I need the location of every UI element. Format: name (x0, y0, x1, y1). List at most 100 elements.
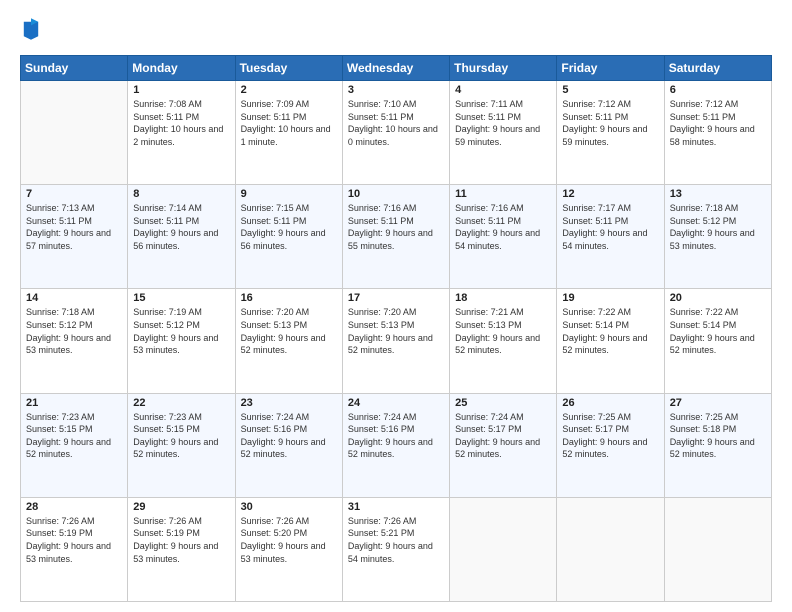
day-number: 18 (455, 292, 551, 304)
calendar-cell: 18 Sunrise: 7:21 AMSunset: 5:13 PMDayligh… (450, 289, 557, 393)
calendar-cell: 10 Sunrise: 7:16 AMSunset: 5:11 PMDayligh… (342, 185, 449, 289)
calendar-cell: 20 Sunrise: 7:22 AMSunset: 5:14 PMDayligh… (664, 289, 771, 393)
calendar-cell: 12 Sunrise: 7:17 AMSunset: 5:11 PMDayligh… (557, 185, 664, 289)
calendar-cell (450, 497, 557, 601)
calendar-cell: 26 Sunrise: 7:25 AMSunset: 5:17 PMDayligh… (557, 393, 664, 497)
day-info: Sunrise: 7:24 AMSunset: 5:16 PMDaylight:… (241, 411, 337, 461)
day-number: 23 (241, 397, 337, 409)
calendar-cell: 24Sunrise: 7:24 AMSunset: 5:16 PMDayligh… (342, 393, 449, 497)
day-number: 7 (26, 188, 122, 200)
day-info: Sunrise: 7:18 AMSunset: 5:12 PMDaylight:… (670, 202, 766, 252)
calendar-cell (664, 497, 771, 601)
calendar-cell: 23 Sunrise: 7:24 AMSunset: 5:16 PMDayligh… (235, 393, 342, 497)
day-info: Sunrise: 7:09 AMSunset: 5:11 PMDaylight:… (241, 98, 337, 148)
day-info: Sunrise: 7:26 AMSunset: 5:20 PMDaylight:… (241, 515, 337, 565)
day-info: Sunrise: 7:25 AMSunset: 5:18 PMDaylight:… (670, 411, 766, 461)
day-number: 31 (348, 501, 444, 513)
calendar-cell: 22 Sunrise: 7:23 AMSunset: 5:15 PMDayligh… (128, 393, 235, 497)
calendar-cell: 14Sunrise: 7:18 AMSunset: 5:12 PMDayligh… (21, 289, 128, 393)
calendar-cell: 25 Sunrise: 7:24 AMSunset: 5:17 PMDayligh… (450, 393, 557, 497)
day-number: 1 (133, 84, 229, 96)
day-info: Sunrise: 7:21 AMSunset: 5:13 PMDaylight:… (455, 306, 551, 356)
calendar-cell: 31 Sunrise: 7:26 AMSunset: 5:21 PMDayligh… (342, 497, 449, 601)
day-number: 9 (241, 188, 337, 200)
calendar-cell: 16 Sunrise: 7:20 AMSunset: 5:13 PMDayligh… (235, 289, 342, 393)
day-number: 19 (562, 292, 658, 304)
day-number: 10 (348, 188, 444, 200)
day-info: Sunrise: 7:19 AMSunset: 5:12 PMDaylight:… (133, 306, 229, 356)
weekday-header-saturday: Saturday (664, 56, 771, 81)
calendar-cell: 15 Sunrise: 7:19 AMSunset: 5:12 PMDayligh… (128, 289, 235, 393)
day-info: Sunrise: 7:26 AMSunset: 5:21 PMDaylight:… (348, 515, 444, 565)
header (20, 18, 772, 45)
day-info: Sunrise: 7:12 AMSunset: 5:11 PMDaylight:… (670, 98, 766, 148)
calendar-cell (21, 81, 128, 185)
calendar-cell: 17 Sunrise: 7:20 AMSunset: 5:13 PMDayligh… (342, 289, 449, 393)
day-info: Sunrise: 7:26 AMSunset: 5:19 PMDaylight:… (133, 515, 229, 565)
day-number: 17 (348, 292, 444, 304)
day-info: Sunrise: 7:20 AMSunset: 5:13 PMDaylight:… (241, 306, 337, 356)
day-number: 6 (670, 84, 766, 96)
weekday-header-wednesday: Wednesday (342, 56, 449, 81)
calendar-cell: 4 Sunrise: 7:11 AMSunset: 5:11 PMDaylight… (450, 81, 557, 185)
calendar-header-row: SundayMondayTuesdayWednesdayThursdayFrid… (21, 56, 772, 81)
day-number: 2 (241, 84, 337, 96)
calendar-cell: 1 Sunrise: 7:08 AMSunset: 5:11 PMDaylight… (128, 81, 235, 185)
page: SundayMondayTuesdayWednesdayThursdayFrid… (0, 0, 792, 612)
weekday-header-thursday: Thursday (450, 56, 557, 81)
day-number: 22 (133, 397, 229, 409)
calendar-cell: 21 Sunrise: 7:23 AMSunset: 5:15 PMDayligh… (21, 393, 128, 497)
logo (20, 18, 44, 45)
calendar-week-row: 14Sunrise: 7:18 AMSunset: 5:12 PMDayligh… (21, 289, 772, 393)
calendar-cell: 29 Sunrise: 7:26 AMSunset: 5:19 PMDayligh… (128, 497, 235, 601)
day-info: Sunrise: 7:25 AMSunset: 5:17 PMDaylight:… (562, 411, 658, 461)
day-number: 25 (455, 397, 551, 409)
day-info: Sunrise: 7:24 AMSunset: 5:17 PMDaylight:… (455, 411, 551, 461)
calendar-cell: 5Sunrise: 7:12 AMSunset: 5:11 PMDaylight… (557, 81, 664, 185)
calendar-cell: 30 Sunrise: 7:26 AMSunset: 5:20 PMDayligh… (235, 497, 342, 601)
day-number: 15 (133, 292, 229, 304)
day-number: 29 (133, 501, 229, 513)
calendar-cell: 28Sunrise: 7:26 AMSunset: 5:19 PMDayligh… (21, 497, 128, 601)
calendar-cell (557, 497, 664, 601)
day-info: Sunrise: 7:15 AMSunset: 5:11 PMDaylight:… (241, 202, 337, 252)
calendar-cell: 13Sunrise: 7:18 AMSunset: 5:12 PMDayligh… (664, 185, 771, 289)
day-info: Sunrise: 7:08 AMSunset: 5:11 PMDaylight:… (133, 98, 229, 148)
day-info: Sunrise: 7:26 AMSunset: 5:19 PMDaylight:… (26, 515, 122, 565)
day-info: Sunrise: 7:20 AMSunset: 5:13 PMDaylight:… (348, 306, 444, 356)
day-info: Sunrise: 7:22 AMSunset: 5:14 PMDaylight:… (670, 306, 766, 356)
day-number: 26 (562, 397, 658, 409)
day-number: 30 (241, 501, 337, 513)
day-info: Sunrise: 7:23 AMSunset: 5:15 PMDaylight:… (26, 411, 122, 461)
weekday-header-monday: Monday (128, 56, 235, 81)
calendar-cell: 19 Sunrise: 7:22 AMSunset: 5:14 PMDayligh… (557, 289, 664, 393)
day-info: Sunrise: 7:17 AMSunset: 5:11 PMDaylight:… (562, 202, 658, 252)
day-number: 16 (241, 292, 337, 304)
day-number: 11 (455, 188, 551, 200)
day-info: Sunrise: 7:11 AMSunset: 5:11 PMDaylight:… (455, 98, 551, 148)
calendar-cell: 3Sunrise: 7:10 AMSunset: 5:11 PMDaylight… (342, 81, 449, 185)
day-info: Sunrise: 7:13 AMSunset: 5:11 PMDaylight:… (26, 202, 122, 252)
calendar-table: SundayMondayTuesdayWednesdayThursdayFrid… (20, 55, 772, 602)
day-number: 20 (670, 292, 766, 304)
weekday-header-tuesday: Tuesday (235, 56, 342, 81)
calendar-cell: 6 Sunrise: 7:12 AMSunset: 5:11 PMDaylight… (664, 81, 771, 185)
day-info: Sunrise: 7:24 AMSunset: 5:16 PMDaylight:… (348, 411, 444, 461)
day-info: Sunrise: 7:16 AMSunset: 5:11 PMDaylight:… (455, 202, 551, 252)
day-info: Sunrise: 7:23 AMSunset: 5:15 PMDaylight:… (133, 411, 229, 461)
logo-icon (22, 18, 40, 40)
day-number: 3 (348, 84, 444, 96)
calendar-week-row: 21 Sunrise: 7:23 AMSunset: 5:15 PMDayligh… (21, 393, 772, 497)
calendar-cell: 27 Sunrise: 7:25 AMSunset: 5:18 PMDayligh… (664, 393, 771, 497)
day-number: 14 (26, 292, 122, 304)
day-info: Sunrise: 7:22 AMSunset: 5:14 PMDaylight:… (562, 306, 658, 356)
day-number: 8 (133, 188, 229, 200)
weekday-header-sunday: Sunday (21, 56, 128, 81)
day-number: 27 (670, 397, 766, 409)
calendar-week-row: 28Sunrise: 7:26 AMSunset: 5:19 PMDayligh… (21, 497, 772, 601)
day-number: 21 (26, 397, 122, 409)
day-number: 12 (562, 188, 658, 200)
weekday-header-friday: Friday (557, 56, 664, 81)
day-number: 4 (455, 84, 551, 96)
day-info: Sunrise: 7:16 AMSunset: 5:11 PMDaylight:… (348, 202, 444, 252)
